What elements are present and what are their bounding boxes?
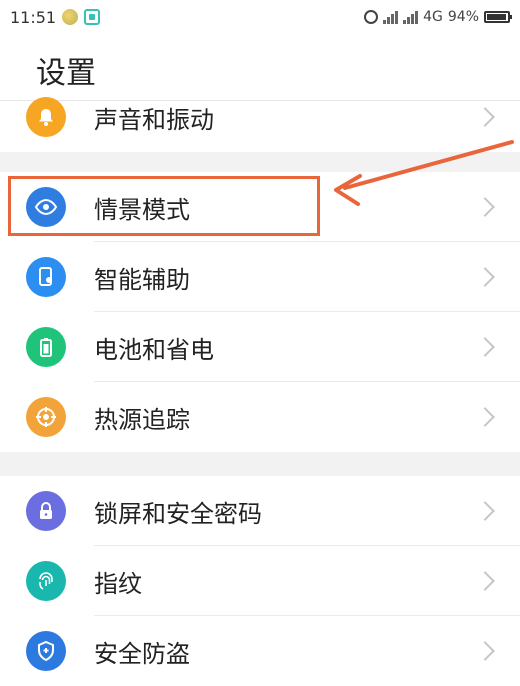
chevron-right-icon	[475, 501, 495, 521]
settings-item-label: 安全防盗	[94, 639, 190, 668]
target-icon	[26, 397, 66, 437]
chevron-right-icon	[475, 407, 495, 427]
battery-icon	[26, 327, 66, 367]
chevron-right-icon	[475, 571, 495, 591]
settings-item-battery[interactable]: 电池和省电	[0, 312, 520, 382]
highlight-box	[8, 176, 320, 236]
settings-item-label: 电池和省电	[94, 335, 214, 364]
chevron-right-icon	[475, 641, 495, 661]
phone-touch-icon	[26, 257, 66, 297]
bell-icon	[26, 97, 66, 137]
settings-item-fingerprint[interactable]: 指纹	[0, 546, 520, 616]
settings-item-label: 智能辅助	[94, 265, 190, 294]
status-bar: 11:51 4G 94%	[0, 0, 520, 34]
chevron-right-icon	[475, 197, 495, 217]
signal-icon-2	[403, 10, 419, 24]
settings-item-anti-theft[interactable]: 安全防盗	[0, 616, 520, 686]
battery-icon	[484, 11, 512, 23]
settings-item-smart-assist[interactable]: 智能辅助	[0, 242, 520, 312]
battery-percent: 94%	[447, 9, 479, 25]
settings-item-sound[interactable]: 声音和振动	[0, 82, 520, 152]
chevron-right-icon	[475, 107, 495, 127]
status-left: 11:51	[10, 7, 101, 27]
settings-item-heat-tracking[interactable]: 热源追踪	[0, 382, 520, 452]
section-divider	[0, 152, 520, 172]
alarm-icon	[364, 10, 379, 24]
section-divider	[0, 452, 520, 476]
settings-item-label: 指纹	[94, 569, 142, 598]
chevron-right-icon	[475, 267, 495, 287]
status-time: 11:51	[10, 7, 57, 27]
chevron-right-icon	[475, 337, 495, 357]
signal-icon	[383, 10, 399, 24]
network-type: 4G	[423, 9, 443, 25]
settings-item-lock-screen[interactable]: 锁屏和安全密码	[0, 476, 520, 546]
settings-item-label: 声音和振动	[94, 105, 214, 134]
lock-icon	[26, 491, 66, 531]
app-notification-icon-2	[84, 9, 101, 25]
shield-icon	[26, 631, 66, 671]
settings-item-label: 锁屏和安全密码	[94, 499, 262, 528]
app-notification-icon	[62, 9, 79, 25]
settings-item-label: 热源追踪	[94, 405, 190, 434]
status-right: 4G 94%	[364, 9, 512, 25]
fingerprint-icon	[26, 561, 66, 601]
